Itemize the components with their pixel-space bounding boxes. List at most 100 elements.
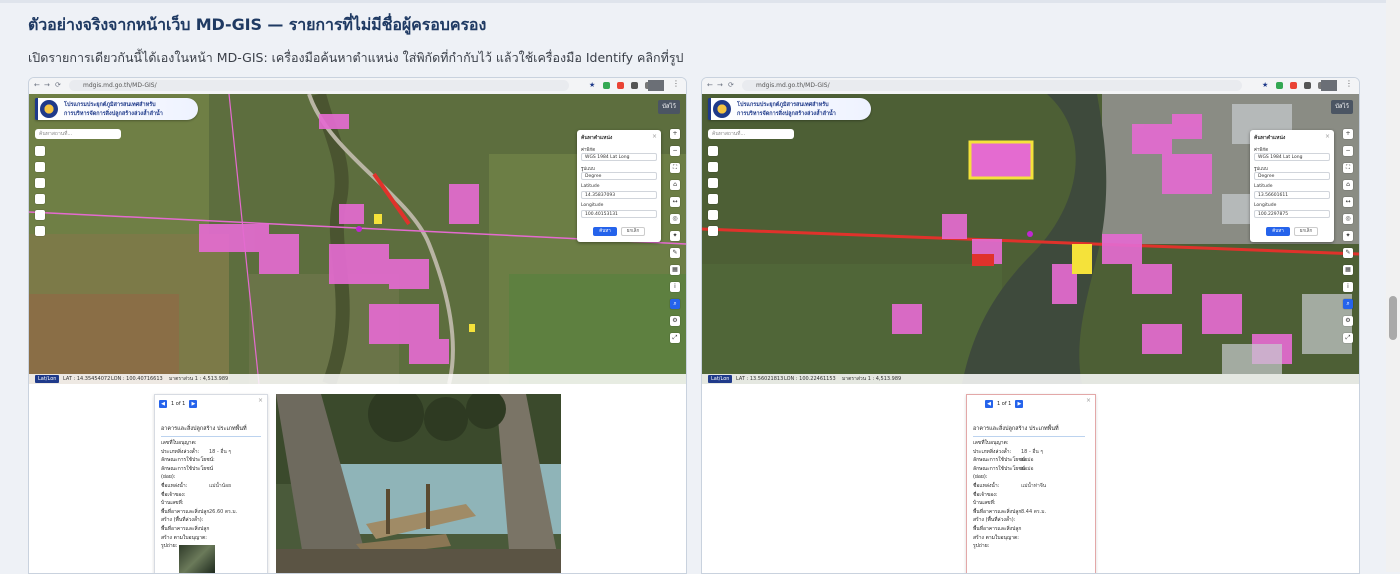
attribute-key: ลักษณะการใช้ประโยชน์: <box>161 457 215 464</box>
locate-icon[interactable]: ◎ <box>1343 214 1353 224</box>
identify-icon[interactable]: ⌕ <box>670 299 680 309</box>
close-icon[interactable]: × <box>1086 397 1091 404</box>
layers-icon[interactable] <box>35 178 45 188</box>
forward-icon[interactable]: → <box>717 81 723 89</box>
locate-icon[interactable]: ◎ <box>670 214 680 224</box>
coord-type-select[interactable]: WGS 1984 Lat Long <box>1254 153 1330 161</box>
extension-icon[interactable] <box>1304 82 1311 89</box>
print-icon[interactable] <box>35 210 45 220</box>
attribute-row: ประเภทสิ่งล่วงล้ำ: 18 - อื่น ๆ <box>973 448 1093 457</box>
basemap-icon[interactable] <box>708 194 718 204</box>
menu-icon[interactable] <box>35 146 45 156</box>
basemap-icon[interactable] <box>35 194 45 204</box>
print-icon[interactable] <box>708 210 718 220</box>
more-menu-icon[interactable]: ⋮ <box>672 79 680 88</box>
screenshot-left: ← → ⟳ mdgis.md.go.th/MD-GIS/ ★ ⋮ โปรแกรม… <box>28 77 687 574</box>
map-view[interactable]: โปรแกรมประยุกต์ภูมิสารสนเทศสำหรับ การบริ… <box>702 94 1359 384</box>
cursor-longitude: LON : 100.22461153 <box>784 376 836 382</box>
next-result-icon[interactable]: ▶ <box>1015 400 1024 408</box>
banner-title-line2: การบริหารจัดการสิ่งปลูกสร้างล่วงล้ำลำน้ำ <box>737 111 836 117</box>
draw-icon[interactable]: ✎ <box>1343 248 1353 258</box>
settings-icon[interactable]: ⚙ <box>1343 316 1353 326</box>
scrollbar-thumb[interactable] <box>1389 296 1397 340</box>
profile-avatar[interactable] <box>648 80 664 91</box>
measure-icon[interactable]: ↔ <box>1343 197 1353 207</box>
attribute-list: เลขที่ใบอนุญาต: ประเภทสิ่งล่วงล้ำ: 18 - อื… <box>973 439 1093 551</box>
map-search-input[interactable]: ค้นหาสถานที่... <box>35 129 121 139</box>
coord-type-select[interactable]: WGS 1984 Lat Long <box>581 153 657 161</box>
coord-format-select[interactable]: Degree <box>1254 172 1330 180</box>
fullscreen-icon[interactable]: ⤢ <box>670 333 680 343</box>
full-extent-icon[interactable]: ⛶ <box>1343 163 1353 173</box>
address-bar[interactable]: mdgis.md.go.th/MD-GIS/ <box>69 80 569 91</box>
address-bar[interactable]: mdgis.md.go.th/MD-GIS/ <box>742 80 1242 91</box>
search-icon[interactable] <box>708 162 718 172</box>
reload-icon[interactable]: ⟳ <box>55 81 61 89</box>
measure-icon[interactable]: ↔ <box>670 197 680 207</box>
profile-avatar[interactable] <box>1321 80 1337 91</box>
map-status-bar: Lat/Lon LAT : 14.35454072 LON : 100.4071… <box>29 374 686 384</box>
latitude-input[interactable]: 14.35837093 <box>581 191 657 199</box>
fullscreen-icon[interactable]: ⤢ <box>1343 333 1353 343</box>
bookmark-star-icon[interactable]: ★ <box>1262 81 1268 89</box>
latitude-input[interactable]: 13.56601611 <box>1254 191 1330 199</box>
extension-icon[interactable] <box>1276 82 1283 89</box>
close-icon[interactable]: × <box>1325 133 1330 140</box>
reload-icon[interactable]: ⟳ <box>728 81 734 89</box>
compass-icon[interactable]: ✦ <box>670 231 680 241</box>
compass-icon[interactable]: ✦ <box>1343 231 1353 241</box>
settings-icon[interactable]: ⚙ <box>670 316 680 326</box>
menu-icon[interactable] <box>708 146 718 156</box>
legend-icon[interactable] <box>35 226 45 236</box>
search-icon[interactable] <box>35 162 45 172</box>
home-icon[interactable]: ⌂ <box>670 180 680 190</box>
latitude-label: Latitude <box>581 184 600 189</box>
back-icon[interactable]: ← <box>707 81 713 89</box>
search-coordinate-button[interactable]: ค้นหา <box>593 227 617 236</box>
bookmark-star-icon[interactable]: ★ <box>589 81 595 89</box>
full-extent-icon[interactable]: ⛶ <box>670 163 680 173</box>
layers-icon[interactable] <box>708 178 718 188</box>
previous-result-icon[interactable]: ◀ <box>159 400 167 408</box>
identify-icon[interactable]: ⌕ <box>1343 299 1353 309</box>
legend-icon[interactable] <box>708 226 718 236</box>
forward-icon[interactable]: → <box>44 81 50 89</box>
grid-icon[interactable]: ▦ <box>1343 265 1353 275</box>
feature-photo-thumbnail[interactable] <box>179 545 215 573</box>
extension-icon[interactable] <box>631 82 638 89</box>
longitude-input[interactable]: 100.2297875 <box>1254 210 1330 218</box>
close-icon[interactable]: × <box>652 133 657 140</box>
close-icon[interactable]: × <box>258 397 263 404</box>
extension-icon[interactable] <box>617 82 624 89</box>
zoom-out-icon[interactable]: − <box>1343 146 1353 156</box>
longitude-input[interactable]: 100.40153131 <box>581 210 657 218</box>
layer-toggle-button[interactable]: บัสไว้ <box>1331 100 1353 114</box>
zoom-out-icon[interactable]: − <box>670 146 680 156</box>
zoom-in-icon[interactable]: + <box>670 129 680 139</box>
cancel-button[interactable]: ยกเลิก <box>1294 227 1318 236</box>
map-view[interactable]: โปรแกรมประยุกต์ภูมิสารสนเทศสำหรับ การบริ… <box>29 94 686 384</box>
screenshot-right: ← → ⟳ mdgis.md.go.th/MD-GIS/ ★ ⋮ โปรแกรม… <box>701 77 1360 574</box>
layer-toggle-button[interactable]: บัสไว้ <box>658 100 680 114</box>
attribute-value: ตอม่อ <box>1021 457 1034 464</box>
cancel-button[interactable]: ยกเลิก <box>621 227 645 236</box>
coord-panel-title: ค้นหาตำแหน่ง <box>581 135 613 141</box>
draw-icon[interactable]: ✎ <box>670 248 680 258</box>
back-icon[interactable]: ← <box>34 81 40 89</box>
search-coordinate-button[interactable]: ค้นหา <box>1266 227 1290 236</box>
more-menu-icon[interactable]: ⋮ <box>1345 79 1353 88</box>
coord-format-select[interactable]: Degree <box>581 172 657 180</box>
extension-icon[interactable] <box>603 82 610 89</box>
page-scrollbar[interactable] <box>1386 0 1400 572</box>
info-icon[interactable]: i <box>670 282 680 292</box>
grid-icon[interactable]: ▦ <box>670 265 680 275</box>
map-search-input[interactable]: ค้นหาสถานที่... <box>708 129 794 139</box>
next-result-icon[interactable]: ▶ <box>189 400 198 408</box>
home-icon[interactable]: ⌂ <box>1343 180 1353 190</box>
longitude-label: Longitude <box>1254 203 1277 208</box>
coord-format-label: รูปแบบ <box>581 167 595 172</box>
extension-icon[interactable] <box>1290 82 1297 89</box>
zoom-in-icon[interactable]: + <box>1343 129 1353 139</box>
previous-result-icon[interactable]: ◀ <box>985 400 993 408</box>
info-icon[interactable]: i <box>1343 282 1353 292</box>
